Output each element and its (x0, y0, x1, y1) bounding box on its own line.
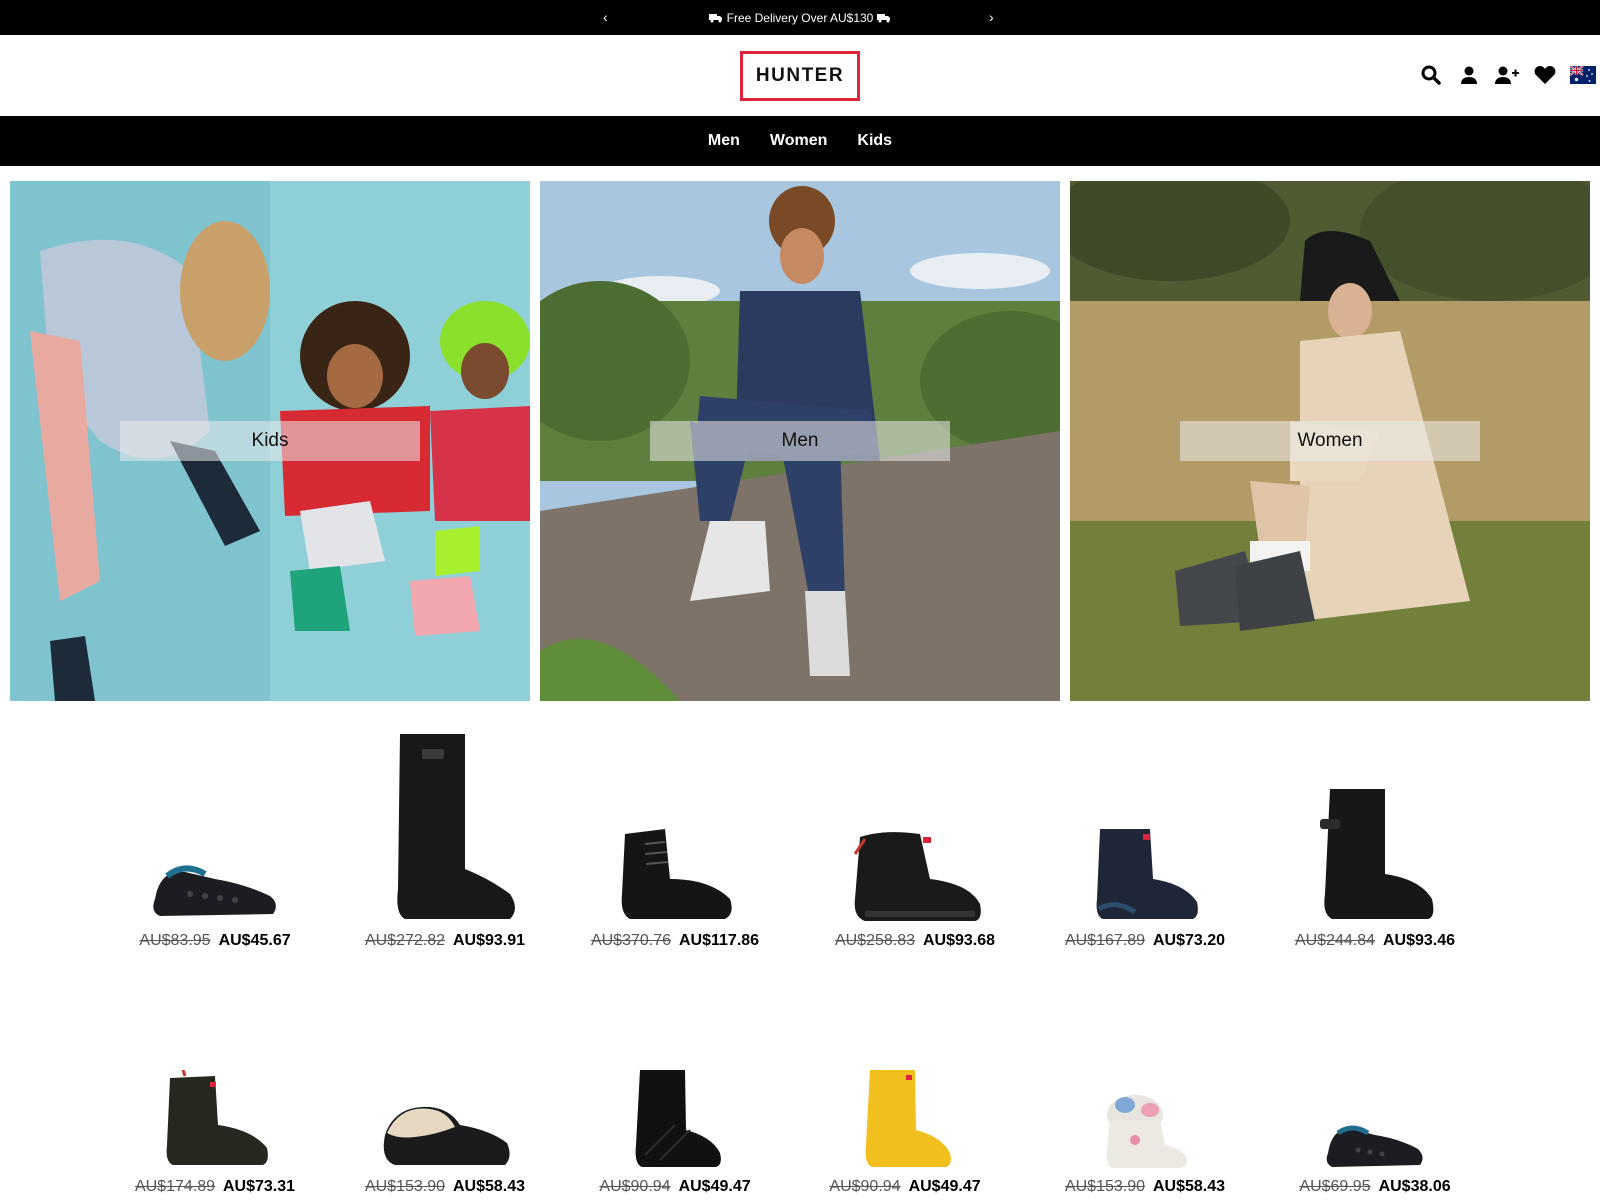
product-price: AU$153.90 AU$58.43 (340, 1178, 550, 1196)
hero-label-men[interactable]: Men (650, 421, 950, 461)
old-price: AU$370.76 (590, 932, 671, 949)
old-price: AU$69.95 (1299, 1178, 1371, 1195)
old-price: AU$174.89 (134, 1178, 215, 1195)
sale-price: AU$73.20 (1153, 932, 1226, 949)
logo-text: HUNTER (755, 65, 845, 86)
product-image[interactable] (570, 960, 780, 1170)
nav-item-women[interactable]: Women (770, 132, 827, 150)
australia-flag-icon[interactable] (1570, 62, 1596, 88)
product-price: AU$90.94 AU$49.47 (570, 1178, 780, 1196)
account-icon[interactable] (1456, 62, 1482, 88)
product-image[interactable] (810, 714, 1020, 924)
old-price: AU$153.90 (364, 1178, 445, 1195)
sale-price: AU$117.86 (679, 932, 760, 949)
product-image[interactable] (570, 714, 780, 924)
product-card[interactable]: AU$258.83 AU$93.68 (810, 714, 1020, 950)
product-price: AU$258.83 AU$93.68 (810, 932, 1020, 950)
product-price: AU$69.95 AU$38.06 (1270, 1178, 1480, 1196)
old-price: AU$244.84 (1294, 932, 1375, 949)
old-price: AU$90.94 (599, 1178, 671, 1195)
product-image[interactable] (1040, 960, 1250, 1170)
product-card[interactable]: AU$153.90 AU$58.43 (340, 960, 550, 1196)
hunter-logo[interactable]: HUNTER (740, 51, 860, 101)
hero-tile-women[interactable]: Women (1070, 181, 1590, 701)
search-icon[interactable] (1418, 62, 1444, 88)
sale-price: AU$93.68 (923, 932, 996, 949)
product-card[interactable]: AU$370.76 AU$117.86 (570, 714, 780, 950)
old-price: AU$83.95 (139, 932, 211, 949)
product-card[interactable]: AU$167.89 AU$73.20 (1040, 714, 1250, 950)
product-card[interactable]: AU$69.95 AU$38.06 (1270, 960, 1480, 1196)
chevron-right-icon[interactable]: › (989, 9, 994, 25)
truck-icon (876, 12, 891, 26)
old-price: AU$258.83 (834, 932, 915, 949)
product-image[interactable] (340, 714, 550, 924)
main-nav: Men Women Kids (0, 116, 1600, 166)
product-card[interactable]: AU$174.89 AU$73.31 (110, 960, 320, 1196)
promo-message-wrap: Free Delivery Over AU$130 (0, 11, 1600, 26)
nav-item-men[interactable]: Men (708, 132, 740, 150)
hero-label-women[interactable]: Women (1180, 421, 1480, 461)
product-price: AU$244.84 AU$93.46 (1270, 932, 1480, 950)
sale-price: AU$73.31 (223, 1178, 296, 1195)
nav-item-kids[interactable]: Kids (857, 132, 892, 150)
sale-price: AU$45.67 (218, 932, 291, 949)
product-card[interactable]: AU$90.94 AU$49.47 (570, 960, 780, 1196)
promo-message: Free Delivery Over AU$130 (726, 11, 874, 25)
site-header: HUNTER (0, 35, 1600, 115)
product-image[interactable] (110, 960, 320, 1170)
product-card[interactable]: AU$244.84 AU$93.46 (1270, 714, 1480, 950)
product-price: AU$272.82 AU$93.91 (340, 932, 550, 950)
old-price: AU$90.94 (829, 1178, 901, 1195)
product-image[interactable] (1040, 714, 1250, 924)
hero-tile-kids[interactable]: Kids (10, 181, 530, 701)
sale-price: AU$58.43 (453, 1178, 526, 1195)
product-card[interactable]: AU$90.94 AU$49.47 (800, 960, 1010, 1196)
product-image[interactable] (1270, 960, 1480, 1170)
old-price: AU$167.89 (1064, 932, 1145, 949)
product-image[interactable] (110, 714, 320, 924)
sale-price: AU$93.91 (453, 932, 526, 949)
truck-icon (709, 12, 723, 26)
header-icons (1418, 62, 1596, 88)
product-price: AU$83.95 AU$45.67 (110, 932, 320, 950)
product-price: AU$90.94 AU$49.47 (800, 1178, 1010, 1196)
product-image[interactable] (1270, 714, 1480, 924)
sale-price: AU$49.47 (678, 1178, 751, 1195)
sale-price: AU$49.47 (908, 1178, 981, 1195)
add-user-icon[interactable] (1494, 62, 1520, 88)
hero-tile-men[interactable]: Men (540, 181, 1060, 701)
wishlist-heart-icon[interactable] (1532, 62, 1558, 88)
hero-label-kids[interactable]: Kids (120, 421, 420, 461)
promo-bar: ‹ Free Delivery Over AU$130 › (0, 0, 1600, 35)
old-price: AU$272.82 (364, 932, 445, 949)
sale-price: AU$93.46 (1383, 932, 1456, 949)
product-image[interactable] (800, 960, 1010, 1170)
product-card[interactable]: AU$153.90 AU$58.43 (1040, 960, 1250, 1196)
product-price: AU$167.89 AU$73.20 (1040, 932, 1250, 950)
product-price: AU$174.89 AU$73.31 (110, 1178, 320, 1196)
product-card[interactable]: AU$272.82 AU$93.91 (340, 714, 550, 950)
product-image[interactable] (340, 960, 550, 1170)
product-card[interactable]: AU$83.95 AU$45.67 (110, 714, 320, 950)
sale-price: AU$38.06 (1378, 1178, 1451, 1195)
product-price: AU$370.76 AU$117.86 (570, 932, 780, 950)
sale-price: AU$58.43 (1153, 1178, 1226, 1195)
product-price: AU$153.90 AU$58.43 (1040, 1178, 1250, 1196)
old-price: AU$153.90 (1064, 1178, 1145, 1195)
